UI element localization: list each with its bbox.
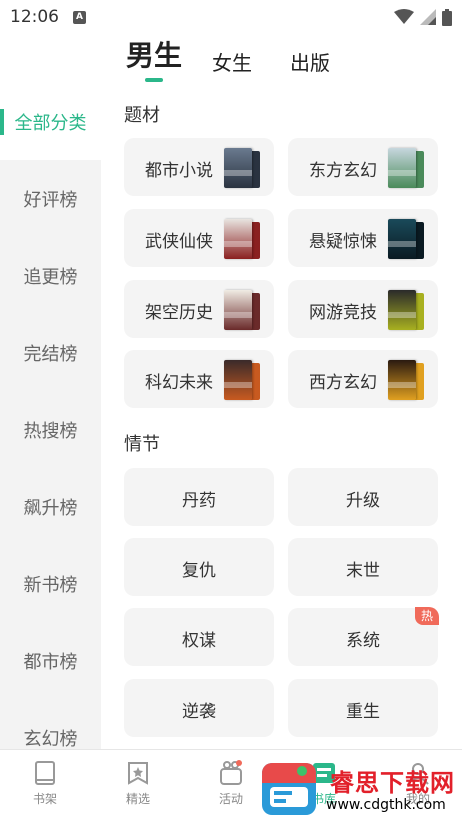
theme-item[interactable]: 西方玄幻 <box>288 350 438 408</box>
plot-item-label: 重生 <box>346 702 380 722</box>
theme-item[interactable]: 东方玄幻 <box>288 138 438 196</box>
theme-item[interactable]: 都市小说 <box>124 138 274 196</box>
book-cover-front <box>224 360 252 400</box>
category-content: 题材 都市小说 东方玄幻武侠仙侠 悬疑惊悚架空历史 网游竞技科幻未来 西方玄幻 情节 丹… <box>101 84 462 749</box>
plot-item-label: 末世 <box>346 561 380 581</box>
book-cover-thumbnail <box>388 290 424 330</box>
book-cover-thumbnail <box>388 148 424 188</box>
theme-item-label: 东方玄幻 <box>309 161 377 181</box>
nav-label: 活动 <box>218 792 243 806</box>
book-cover-title-band <box>388 312 416 318</box>
book-cover-front <box>388 360 416 400</box>
gift-icon <box>220 760 242 785</box>
nav-label: 书架 <box>32 792 57 806</box>
plot-item-label: 系统 <box>346 631 380 651</box>
battery-icon <box>442 8 452 26</box>
book-cover-front <box>388 148 416 188</box>
book-cover-title-band <box>224 382 252 388</box>
sidebar-item-all[interactable]: 全部分类 <box>0 109 101 135</box>
section-title-plot: 情节 <box>124 434 160 455</box>
gender-tabs: 男生 女生 出版 <box>0 36 462 82</box>
plot-item[interactable]: 升级 <box>288 468 438 526</box>
book-cover-thumbnail <box>224 219 260 259</box>
plot-item-label: 复仇 <box>182 561 216 581</box>
plot-item-label: 丹药 <box>182 491 216 511</box>
signal-icon <box>420 9 436 25</box>
theme-item-label: 网游竞技 <box>309 303 377 323</box>
watermark-title: 睿思下载网 <box>330 769 455 797</box>
tab-publish[interactable]: 出版 <box>290 47 330 76</box>
book-cover-title-band <box>388 241 416 247</box>
theme-item[interactable]: 悬疑惊悚 <box>288 209 438 267</box>
book-cover-title-band <box>388 382 416 388</box>
plot-item[interactable]: 系统 热 <box>288 607 439 666</box>
bookshelf-icon <box>35 761 55 785</box>
book-cover-front <box>224 219 252 259</box>
sidebar-item-rising[interactable]: 飙升榜 <box>0 494 101 520</box>
watermark-logo <box>262 763 316 815</box>
theme-item-label: 科幻未来 <box>145 373 213 393</box>
plot-item-label: 升级 <box>346 491 380 511</box>
status-time: 12:06 <box>10 7 59 27</box>
book-cover-front <box>224 290 252 330</box>
category-sidebar: 全部分类 好评榜 追更榜 完结榜 热搜榜 飙升榜 新书榜 都市榜 玄幻榜 <box>0 84 101 749</box>
book-cover-front <box>388 290 416 330</box>
status-bar: 12:06 A <box>0 0 462 34</box>
nav-featured[interactable]: 精选 <box>108 760 168 807</box>
theme-item[interactable]: 网游竞技 <box>288 280 438 338</box>
plot-item[interactable]: 权谋 <box>124 608 274 666</box>
sidebar-item-completed[interactable]: 完结榜 <box>0 340 101 366</box>
plot-item[interactable]: 逆袭 <box>124 679 274 737</box>
book-cover-front <box>388 219 416 259</box>
plot-item-label: 逆袭 <box>182 702 216 722</box>
hot-badge: 热 <box>414 607 439 625</box>
sidebar-item-new[interactable]: 新书榜 <box>0 571 101 597</box>
plot-item[interactable]: 末世 <box>288 538 438 596</box>
sidebar-item-following[interactable]: 追更榜 <box>0 263 101 289</box>
sidebar-item-hot-search[interactable]: 热搜榜 <box>0 417 101 443</box>
plot-item[interactable]: 重生 <box>288 679 438 737</box>
theme-item-label: 武侠仙侠 <box>145 232 213 252</box>
book-cover-thumbnail <box>388 219 424 259</box>
status-indicators <box>394 8 452 26</box>
plot-item[interactable]: 丹药 <box>124 468 274 526</box>
book-cover-title-band <box>224 170 252 176</box>
book-cover-front <box>224 148 252 188</box>
sidebar-item-urban[interactable]: 都市榜 <box>0 648 101 674</box>
tab-male[interactable]: 男生 <box>126 34 182 74</box>
featured-icon <box>128 762 148 785</box>
book-cover-title-band <box>224 312 252 318</box>
nav-label: 精选 <box>125 792 150 806</box>
book-cover-thumbnail <box>224 290 260 330</box>
a-box-icon: A <box>73 10 86 24</box>
tab-indicator <box>145 78 163 82</box>
theme-item-label: 都市小说 <box>145 161 213 181</box>
theme-item[interactable]: 架空历史 <box>124 280 274 338</box>
sidebar-item-fantasy[interactable]: 玄幻榜 <box>0 725 101 749</box>
book-cover-title-band <box>224 241 252 247</box>
book-cover-title-band <box>388 170 416 176</box>
theme-item-label: 悬疑惊悚 <box>309 232 377 252</box>
book-cover-thumbnail <box>224 148 260 188</box>
theme-item[interactable]: 武侠仙侠 <box>124 209 274 267</box>
theme-item-label: 西方玄幻 <box>309 373 377 393</box>
plot-item[interactable]: 复仇 <box>124 538 274 596</box>
book-cover-thumbnail <box>224 360 260 400</box>
nav-activity[interactable]: 活动 <box>201 760 261 807</box>
book-cover-thumbnail <box>388 360 424 400</box>
nav-bookshelf[interactable]: 书架 <box>15 760 75 807</box>
theme-item-label: 架空历史 <box>145 303 213 323</box>
section-title-theme: 题材 <box>124 105 160 126</box>
wifi-icon <box>394 9 414 24</box>
watermark: 睿思下载网 www.cdgthk.com <box>258 757 462 821</box>
watermark-url: www.cdgthk.com <box>326 797 446 813</box>
plot-item-label: 权谋 <box>182 631 216 651</box>
sidebar-item-top-rated[interactable]: 好评榜 <box>0 186 101 212</box>
theme-item[interactable]: 科幻未来 <box>124 350 274 408</box>
tab-female[interactable]: 女生 <box>212 47 252 76</box>
